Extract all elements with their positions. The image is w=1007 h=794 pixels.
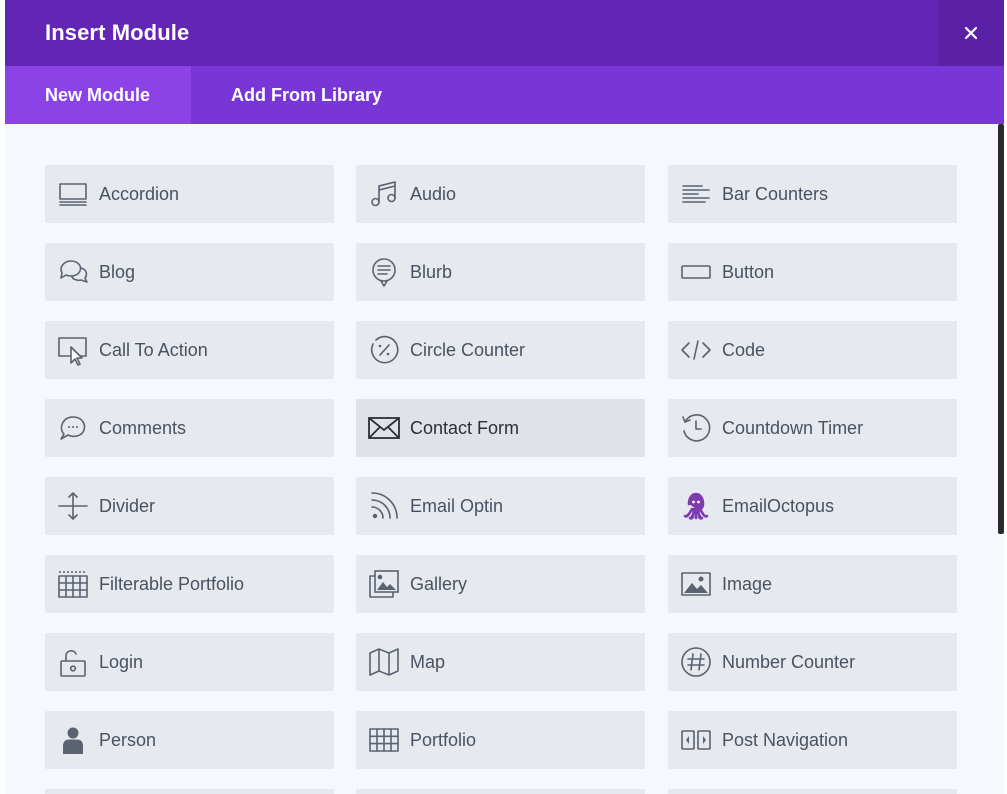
module-label: Post Navigation xyxy=(722,730,849,750)
module-label: Login xyxy=(99,652,144,672)
emailoctopus-icon xyxy=(680,490,712,522)
module-countdown-timer[interactable]: Countdown Timer xyxy=(668,399,957,457)
module-circle-counter[interactable]: Circle Counter xyxy=(356,321,645,379)
insert-module-modal: Insert Module New Module Add From Librar… xyxy=(5,0,1004,794)
module-label: Divider xyxy=(99,496,156,516)
tab-add-from-library[interactable]: Add From Library xyxy=(191,66,422,124)
module-accordion[interactable]: Accordion xyxy=(45,165,334,223)
module-portfolio[interactable]: Portfolio xyxy=(356,711,645,769)
module-label: Circle Counter xyxy=(410,340,526,360)
module-label: Blurb xyxy=(410,262,453,282)
module-contact-form[interactable]: Contact Form xyxy=(356,399,645,457)
gallery-icon xyxy=(368,568,400,600)
module-bar-counters[interactable]: Bar Counters xyxy=(668,165,957,223)
comments-icon xyxy=(57,412,89,444)
module-label: Portfolio xyxy=(410,730,477,750)
module-button[interactable]: Button xyxy=(668,243,957,301)
tab-new-module[interactable]: New Module xyxy=(5,66,191,124)
module-audio[interactable]: Audio xyxy=(356,165,645,223)
module-gallery[interactable]: Gallery xyxy=(356,555,645,613)
module-label: Countdown Timer xyxy=(722,418,864,438)
module-tile-cutoff[interactable] xyxy=(45,789,334,794)
module-list: Accordion Audio Bar Counters Blog Blurb Butto… xyxy=(5,124,1004,794)
call-to-action-icon xyxy=(57,334,89,366)
portfolio-icon xyxy=(368,724,400,756)
module-blog[interactable]: Blog xyxy=(45,243,334,301)
circle-counter-icon xyxy=(368,334,400,366)
module-tile-cutoff[interactable] xyxy=(356,789,645,794)
module-map[interactable]: Map xyxy=(356,633,645,691)
divider-icon xyxy=(57,490,89,522)
tab-bar: New Module Add From Library xyxy=(5,66,1004,124)
module-image[interactable]: Image xyxy=(668,555,957,613)
module-comments[interactable]: Comments xyxy=(45,399,334,457)
module-email-optin[interactable]: Email Optin xyxy=(356,477,645,535)
module-label: Number Counter xyxy=(722,652,856,672)
module-label: Map xyxy=(410,652,446,672)
module-person[interactable]: Person xyxy=(45,711,334,769)
module-blurb[interactable]: Blurb xyxy=(356,243,645,301)
module-call-to-action[interactable]: Call To Action xyxy=(45,321,334,379)
module-label: Call To Action xyxy=(99,340,208,360)
blog-icon xyxy=(57,256,89,288)
bar-counters-icon xyxy=(680,178,712,210)
email-optin-icon xyxy=(368,490,400,522)
module-label: Audio xyxy=(410,184,457,204)
countdown-timer-icon xyxy=(680,412,712,444)
module-label: Blog xyxy=(99,262,136,282)
button-icon xyxy=(680,256,712,288)
accordion-icon xyxy=(57,178,89,210)
module-label: Filterable Portfolio xyxy=(99,574,245,594)
module-label: Code xyxy=(722,340,766,360)
module-label: Image xyxy=(722,574,773,594)
module-label: Button xyxy=(722,262,775,282)
post-navigation-icon xyxy=(680,724,712,756)
map-icon xyxy=(368,646,400,678)
modal-header: Insert Module xyxy=(5,0,1004,66)
code-icon xyxy=(680,334,712,366)
module-number-counter[interactable]: Number Counter xyxy=(668,633,957,691)
module-label: Email Optin xyxy=(410,496,504,516)
scrollbar[interactable] xyxy=(998,124,1004,534)
close-icon xyxy=(964,26,978,40)
module-label: Gallery xyxy=(410,574,468,594)
login-icon xyxy=(57,646,89,678)
person-icon xyxy=(57,724,89,756)
module-label: Bar Counters xyxy=(722,184,829,204)
module-label: EmailOctopus xyxy=(722,496,835,516)
contact-form-icon xyxy=(368,412,400,444)
module-post-navigation[interactable]: Post Navigation xyxy=(668,711,957,769)
module-login[interactable]: Login xyxy=(45,633,334,691)
module-label: Person xyxy=(99,730,157,750)
module-filterable-portfolio[interactable]: Filterable Portfolio xyxy=(45,555,334,613)
module-code[interactable]: Code xyxy=(668,321,957,379)
audio-icon xyxy=(368,178,400,210)
filterable-portfolio-icon xyxy=(57,568,89,600)
module-emailoctopus[interactable]: EmailOctopus xyxy=(668,477,957,535)
number-counter-icon xyxy=(680,646,712,678)
module-label: Contact Form xyxy=(410,418,520,438)
image-icon xyxy=(680,568,712,600)
blurb-icon xyxy=(368,256,400,288)
close-button[interactable] xyxy=(938,0,1004,66)
module-label: Accordion xyxy=(99,184,180,204)
module-divider[interactable]: Divider xyxy=(45,477,334,535)
modal-title: Insert Module xyxy=(45,20,190,45)
module-tile-cutoff[interactable] xyxy=(668,789,957,794)
module-label: Comments xyxy=(99,418,187,438)
